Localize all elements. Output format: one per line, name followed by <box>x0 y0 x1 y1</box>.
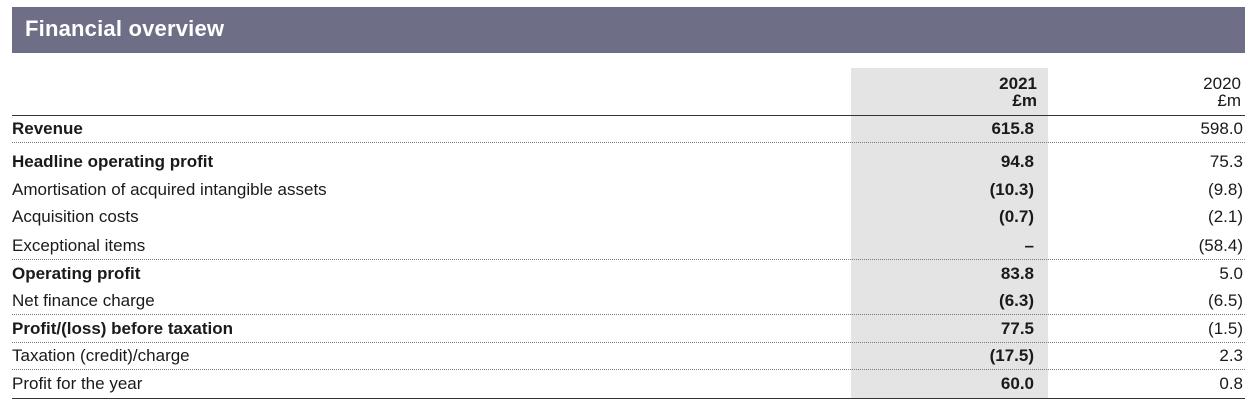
value-2021: 94.8 <box>1000 152 1034 171</box>
table-row: Taxation (credit)/charge (17.5) 2.3 <box>12 343 1245 370</box>
column-unit: £m <box>1012 91 1037 110</box>
table-row: Net finance charge (6.3) (6.5) <box>12 288 1245 315</box>
table-row: Exceptional items – (58.4) <box>12 233 1245 260</box>
row-label: Revenue <box>12 119 83 138</box>
value-2021: (17.5) <box>989 346 1034 365</box>
row-label: Operating profit <box>12 264 141 283</box>
table-row: Headline operating profit 94.8 75.3 <box>12 149 1245 175</box>
row-label: Headline operating profit <box>12 152 214 171</box>
column-year: 2021 <box>999 74 1037 93</box>
row-label: Net finance charge <box>12 291 155 310</box>
row-label: Exceptional items <box>12 236 146 255</box>
value-2020: (9.8) <box>1208 180 1243 199</box>
value-2021: (10.3) <box>989 180 1034 199</box>
row-label: Profit/(loss) before taxation <box>12 319 234 338</box>
title-banner: Financial overview <box>12 7 1245 53</box>
value-2020: 0.8 <box>1219 374 1243 393</box>
value-2020: (6.5) <box>1208 291 1243 310</box>
row-label: Amortisation of acquired intangible asse… <box>12 180 327 199</box>
value-2020: (2.1) <box>1208 207 1243 226</box>
value-2021: – <box>1024 236 1034 255</box>
value-2021: (0.7) <box>999 207 1034 226</box>
value-2020: 5.0 <box>1219 264 1243 283</box>
value-2021: 77.5 <box>1000 319 1034 338</box>
column-header-2021: 2021 £m <box>999 75 1037 109</box>
value-2020: (1.5) <box>1208 319 1243 338</box>
value-2021: 60.0 <box>1000 374 1034 393</box>
table-row: Revenue 615.8 598.0 <box>12 116 1245 143</box>
table-row: Profit/(loss) before taxation 77.5 (1.5) <box>12 316 1245 343</box>
value-2020: 2.3 <box>1219 346 1243 365</box>
column-year: 2020 <box>1203 74 1241 93</box>
page-title: Financial overview <box>25 16 225 41</box>
row-label: Taxation (credit)/charge <box>12 346 190 365</box>
value-2020: 75.3 <box>1209 152 1243 171</box>
row-label: Profit for the year <box>12 374 143 393</box>
value-2021: (6.3) <box>999 291 1034 310</box>
value-2020: (58.4) <box>1198 236 1243 255</box>
table-bottom-rule <box>12 398 1245 399</box>
table-row: Amortisation of acquired intangible asse… <box>12 177 1245 203</box>
column-unit: £m <box>1217 91 1241 110</box>
table-row: Profit for the year 60.0 0.8 <box>12 371 1245 397</box>
value-2021: 83.8 <box>1000 264 1034 283</box>
table-row: Operating profit 83.8 5.0 <box>12 261 1245 287</box>
column-header-2020: 2020 £m <box>1203 75 1241 109</box>
value-2020: 598.0 <box>1200 119 1243 138</box>
row-label: Acquisition costs <box>12 207 139 226</box>
value-2021: 615.8 <box>991 119 1034 138</box>
table-row: Acquisition costs (0.7) (2.1) <box>12 204 1245 230</box>
